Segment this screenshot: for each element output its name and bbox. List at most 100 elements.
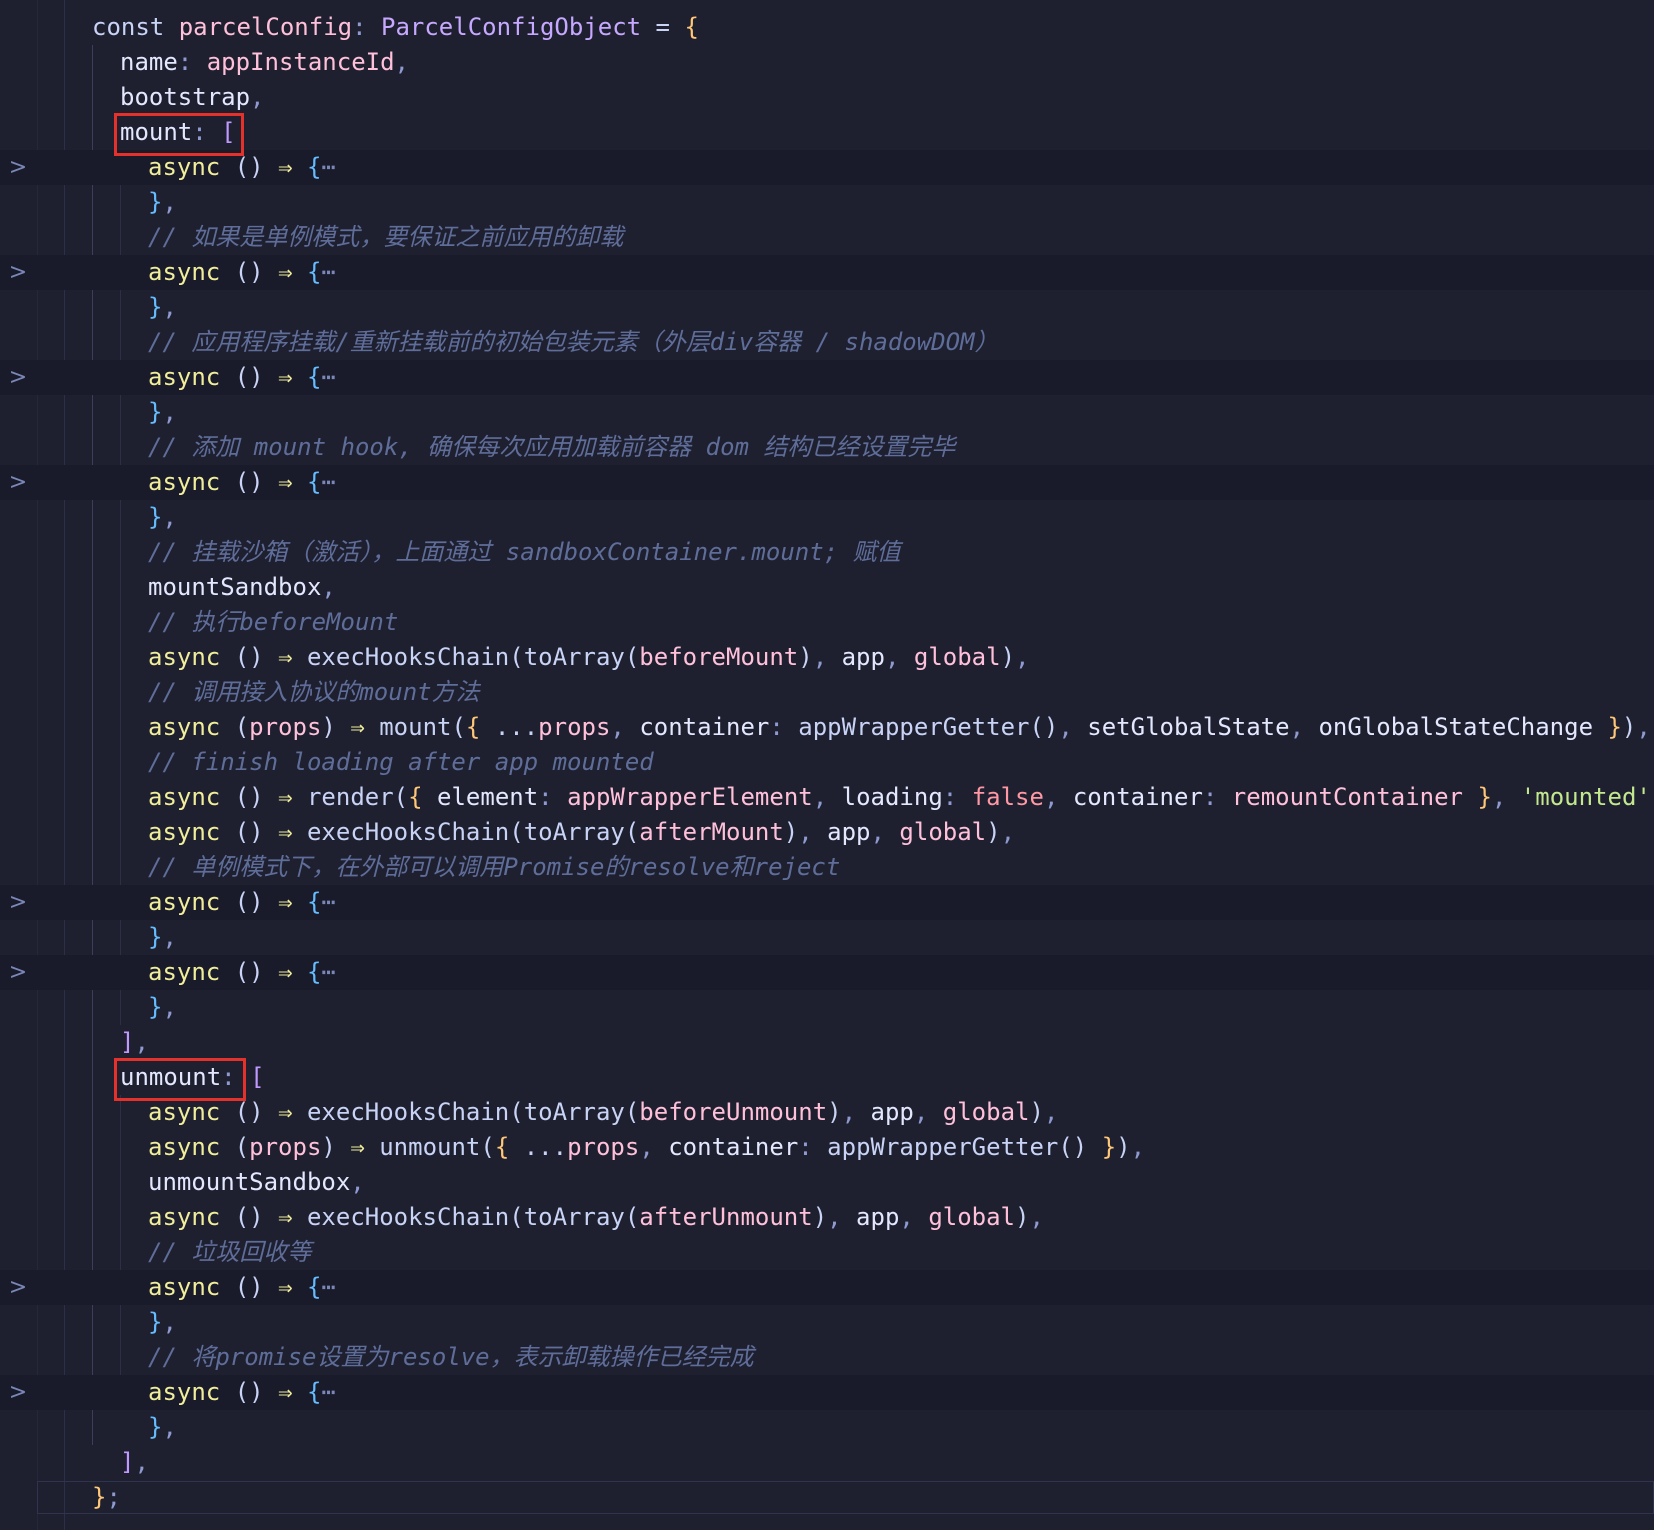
code-line[interactable]: const parcelConfig: ParcelConfigObject =… (0, 10, 1654, 45)
code-line[interactable]: async () ⇒ execHooksChain(toArray(afterU… (0, 1200, 1654, 1235)
code-line[interactable]: }, (0, 1305, 1654, 1340)
code-token: loading (841, 783, 943, 811)
code-line[interactable]: > async () ⇒ {⋯ (0, 465, 1654, 500)
code-text: name: appInstanceId, (120, 45, 409, 80)
code-token: ) (321, 713, 351, 741)
code-token: async (148, 783, 235, 811)
code-token: ⋯ (321, 363, 336, 391)
code-token: ( (234, 1133, 250, 1161)
code-token: , (1015, 643, 1030, 671)
code-line[interactable]: }, (0, 185, 1654, 220)
code-text: unmount: [ (120, 1060, 265, 1095)
code-token: { (306, 958, 322, 986)
code-line[interactable]: mount: [ (0, 115, 1654, 150)
code-token: bootstrap (120, 83, 251, 111)
code-line[interactable]: unmount: [ (0, 1060, 1654, 1095)
code-line[interactable]: async () ⇒ render({ element: appWrapperE… (0, 780, 1654, 815)
code-token: async (148, 713, 235, 741)
fold-chevron-icon[interactable]: > (8, 255, 28, 290)
code-line[interactable]: > async () ⇒ {⋯ (0, 1375, 1654, 1410)
code-line[interactable]: // 执行beforeMount (0, 605, 1654, 640)
code-line[interactable]: }, (0, 500, 1654, 535)
code-line[interactable]: > async () ⇒ {⋯ (0, 360, 1654, 395)
code-token: } (148, 503, 163, 531)
code-line[interactable]: }, (0, 990, 1654, 1025)
fold-chevron-icon[interactable]: > (8, 360, 28, 395)
code-line[interactable]: bootstrap, (0, 80, 1654, 115)
code-token: ⇒ (278, 818, 293, 846)
code-token: ) (1621, 713, 1637, 741)
code-token: ... (480, 713, 539, 741)
code-line[interactable]: ], (0, 1025, 1654, 1060)
code-line[interactable]: async (props) ⇒ unmount({ ...props, cont… (0, 1130, 1654, 1165)
fold-chevron-icon[interactable]: > (8, 1375, 28, 1410)
code-token: async (148, 643, 235, 671)
code-line[interactable]: // 单例模式下，在外部可以调用Promise的resolve和reject (0, 850, 1654, 885)
code-text: // 添加 mount hook, 确保每次应用加载前容器 dom 结构已经设置… (148, 430, 955, 465)
code-token: } (148, 1413, 163, 1441)
code-line[interactable]: // 调用接入协议的mount方法 (0, 675, 1654, 710)
code-token: } (148, 1308, 163, 1336)
code-line[interactable]: }, (0, 920, 1654, 955)
code-token: ) (783, 818, 799, 846)
code-token: mountSandbox (148, 573, 322, 601)
code-line[interactable]: }; (0, 1480, 1654, 1515)
code-line[interactable]: // finish loading after app mounted (0, 745, 1654, 780)
code-token: , (639, 1133, 669, 1161)
code-token: , (1029, 1203, 1044, 1231)
fold-chevron-icon[interactable]: > (8, 150, 28, 185)
code-token: , (610, 713, 640, 741)
code-text: }, (148, 1410, 177, 1445)
code-line[interactable]: }, (0, 395, 1654, 430)
code-token: { (465, 713, 481, 741)
code-line[interactable]: // 应用程序挂载/重新挂载前的初始包装元素（外层div容器 / shadowD… (0, 325, 1654, 360)
code-line[interactable]: async () ⇒ execHooksChain(toArray(before… (0, 1095, 1654, 1130)
fold-chevron-icon[interactable]: > (8, 465, 28, 500)
code-text: // finish loading after app mounted (148, 745, 654, 780)
code-line[interactable]: > async () ⇒ {⋯ (0, 1270, 1654, 1305)
code-token: container (1072, 783, 1203, 811)
code-text: }; (92, 1480, 121, 1515)
code-token: ⇒ (278, 153, 293, 181)
code-line[interactable]: // 挂载沙箱（激活），上面通过 sandboxContainer.mount;… (0, 535, 1654, 570)
code-token: // 垃圾回收等 (148, 1238, 312, 1266)
code-token: app (856, 1203, 900, 1231)
code-line[interactable]: // 添加 mount hook, 确保每次应用加载前容器 dom 结构已经设置… (0, 430, 1654, 465)
code-token: container (639, 713, 770, 741)
code-line[interactable]: > async () ⇒ {⋯ (0, 885, 1654, 920)
code-line[interactable]: mountSandbox, (0, 570, 1654, 605)
code-line[interactable]: async (props) ⇒ mount({ ...props, contai… (0, 710, 1654, 745)
code-token: remountContainer (1231, 783, 1478, 811)
code-text: async (props) ⇒ unmount({ ...props, cont… (148, 1130, 1145, 1165)
fold-chevron-icon[interactable]: > (8, 1270, 28, 1305)
code-editor[interactable]: const parcelConfig: ParcelConfigObject =… (0, 0, 1654, 1530)
code-line[interactable]: name: appInstanceId, (0, 45, 1654, 80)
code-line[interactable]: }, (0, 1410, 1654, 1445)
code-token: 'mounted' (1520, 783, 1651, 811)
code-line[interactable]: > async () ⇒ {⋯ (0, 150, 1654, 185)
code-line[interactable]: async () ⇒ execHooksChain(toArray(before… (0, 640, 1654, 675)
code-token: , (162, 293, 177, 321)
code-line[interactable]: > async () ⇒ {⋯ (0, 255, 1654, 290)
code-text: bootstrap, (120, 80, 265, 115)
code-token: // 挂载沙箱（激活），上面通过 sandboxContainer.mount;… (148, 538, 901, 566)
code-line[interactable]: > async () ⇒ {⋯ (0, 955, 1654, 990)
code-token: ( (234, 713, 250, 741)
code-line[interactable]: // 将promise设置为resolve，表示卸载操作已经完成 (0, 1340, 1654, 1375)
code-line[interactable]: // 垃圾回收等 (0, 1235, 1654, 1270)
code-token: { (408, 783, 423, 811)
code-text: async () ⇒ {⋯ (148, 885, 336, 920)
fold-chevron-icon[interactable]: > (8, 885, 28, 920)
code-token: async (148, 1378, 235, 1406)
code-token: ⇒ (350, 1133, 365, 1161)
code-token: { (306, 363, 322, 391)
code-line[interactable]: async () ⇒ execHooksChain(toArray(afterM… (0, 815, 1654, 850)
code-line[interactable]: // 如果是单例模式，要保证之前应用的卸载 (0, 220, 1654, 255)
code-line[interactable]: }, (0, 290, 1654, 325)
code-token: app (870, 1098, 914, 1126)
code-token: ⇒ (278, 258, 293, 286)
code-line[interactable]: unmountSandbox, (0, 1165, 1654, 1200)
code-line[interactable]: ], (0, 1445, 1654, 1480)
fold-chevron-icon[interactable]: > (8, 955, 28, 990)
